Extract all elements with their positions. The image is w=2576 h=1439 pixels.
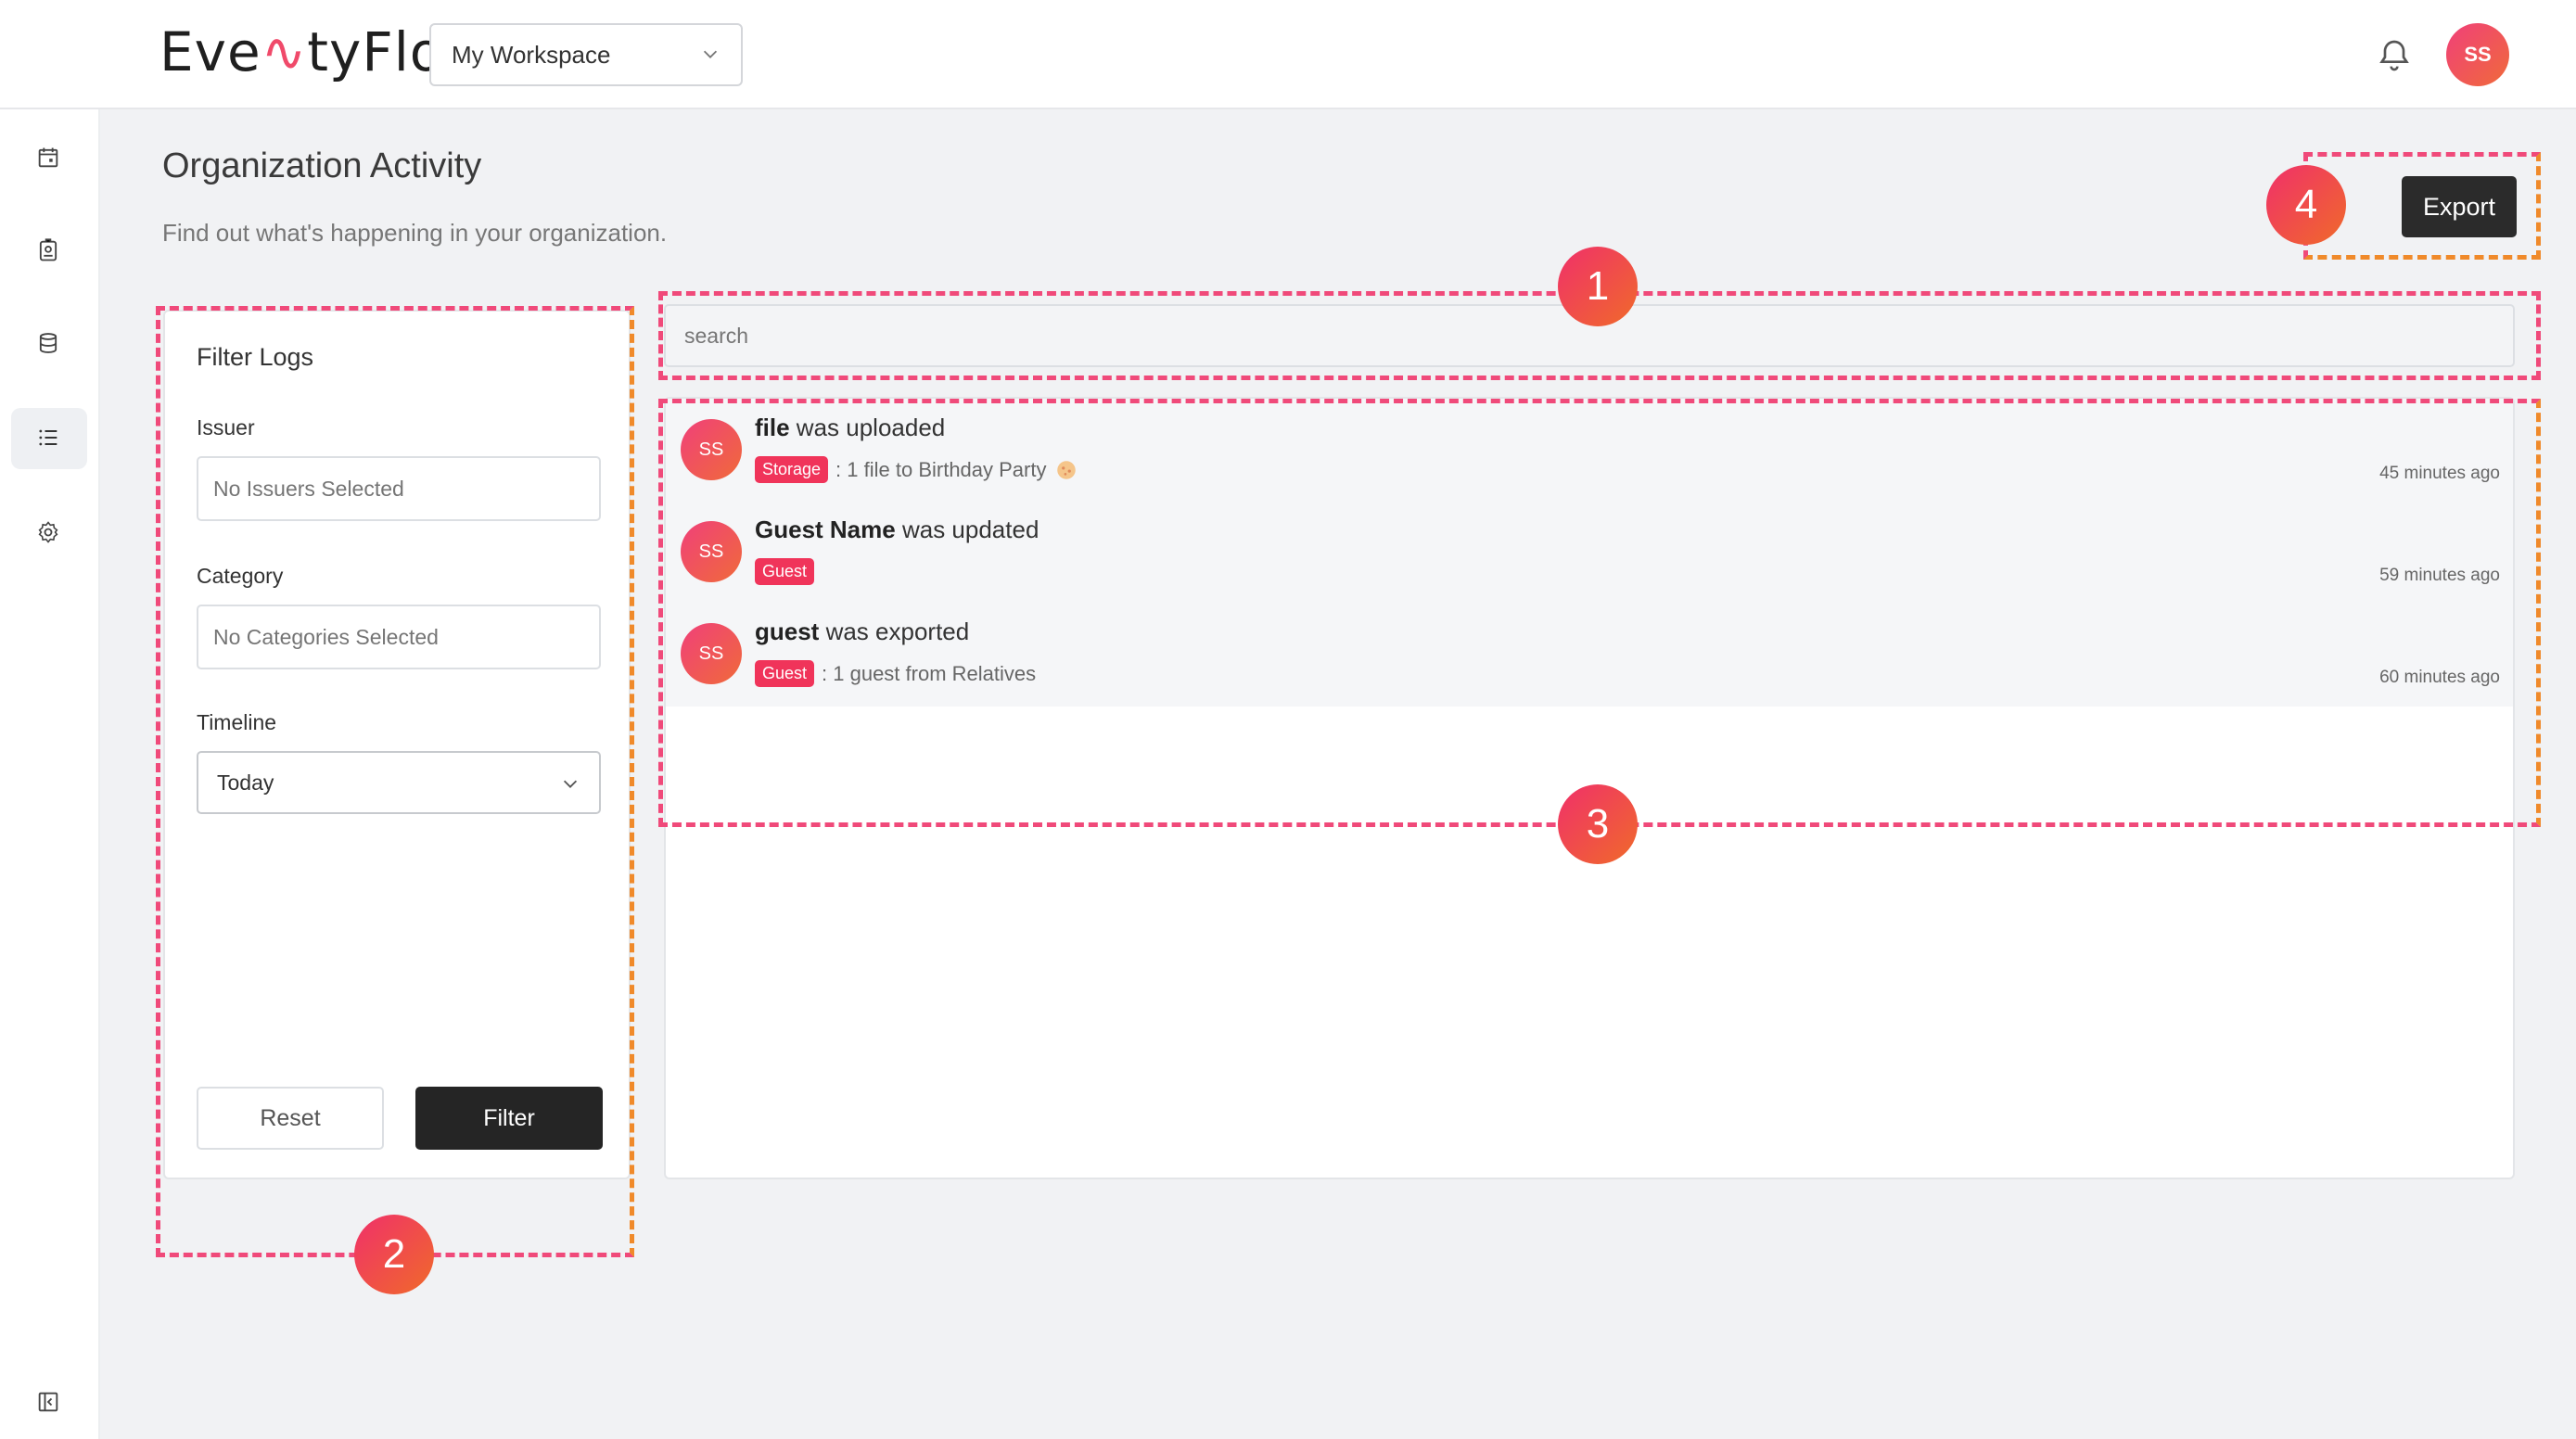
page-title: Organization Activity [162, 146, 482, 185]
top-header: Eve∿tyFlo My Workspace SS [0, 0, 2576, 109]
annotation-box-activity [658, 399, 2541, 827]
collapse-sidebar-icon[interactable] [30, 1383, 67, 1420]
notification-bell-icon[interactable] [2376, 35, 2413, 76]
workspace-selector[interactable]: My Workspace [429, 23, 743, 86]
database-icon[interactable] [30, 325, 67, 362]
chevron-down-icon [703, 50, 718, 58]
annotation-badge-1: 1 [1558, 247, 1638, 326]
badge-icon[interactable] [30, 232, 67, 269]
calendar-icon[interactable] [30, 139, 67, 176]
page-subtitle: Find out what's happening in your organi… [162, 219, 668, 247]
settings-gear-icon[interactable] [30, 514, 67, 551]
annotation-badge-3: 3 [1558, 784, 1638, 864]
activity-list-icon[interactable] [30, 419, 67, 456]
app-logo[interactable]: Eve∿tyFlo [159, 20, 443, 83]
annotation-badge-2: 2 [354, 1215, 434, 1294]
annotation-box-filter [156, 306, 634, 1257]
workspace-label: My Workspace [452, 40, 611, 69]
user-avatar[interactable]: SS [2446, 23, 2509, 86]
sidebar [0, 109, 100, 1439]
annotation-badge-4: 4 [2266, 165, 2346, 245]
